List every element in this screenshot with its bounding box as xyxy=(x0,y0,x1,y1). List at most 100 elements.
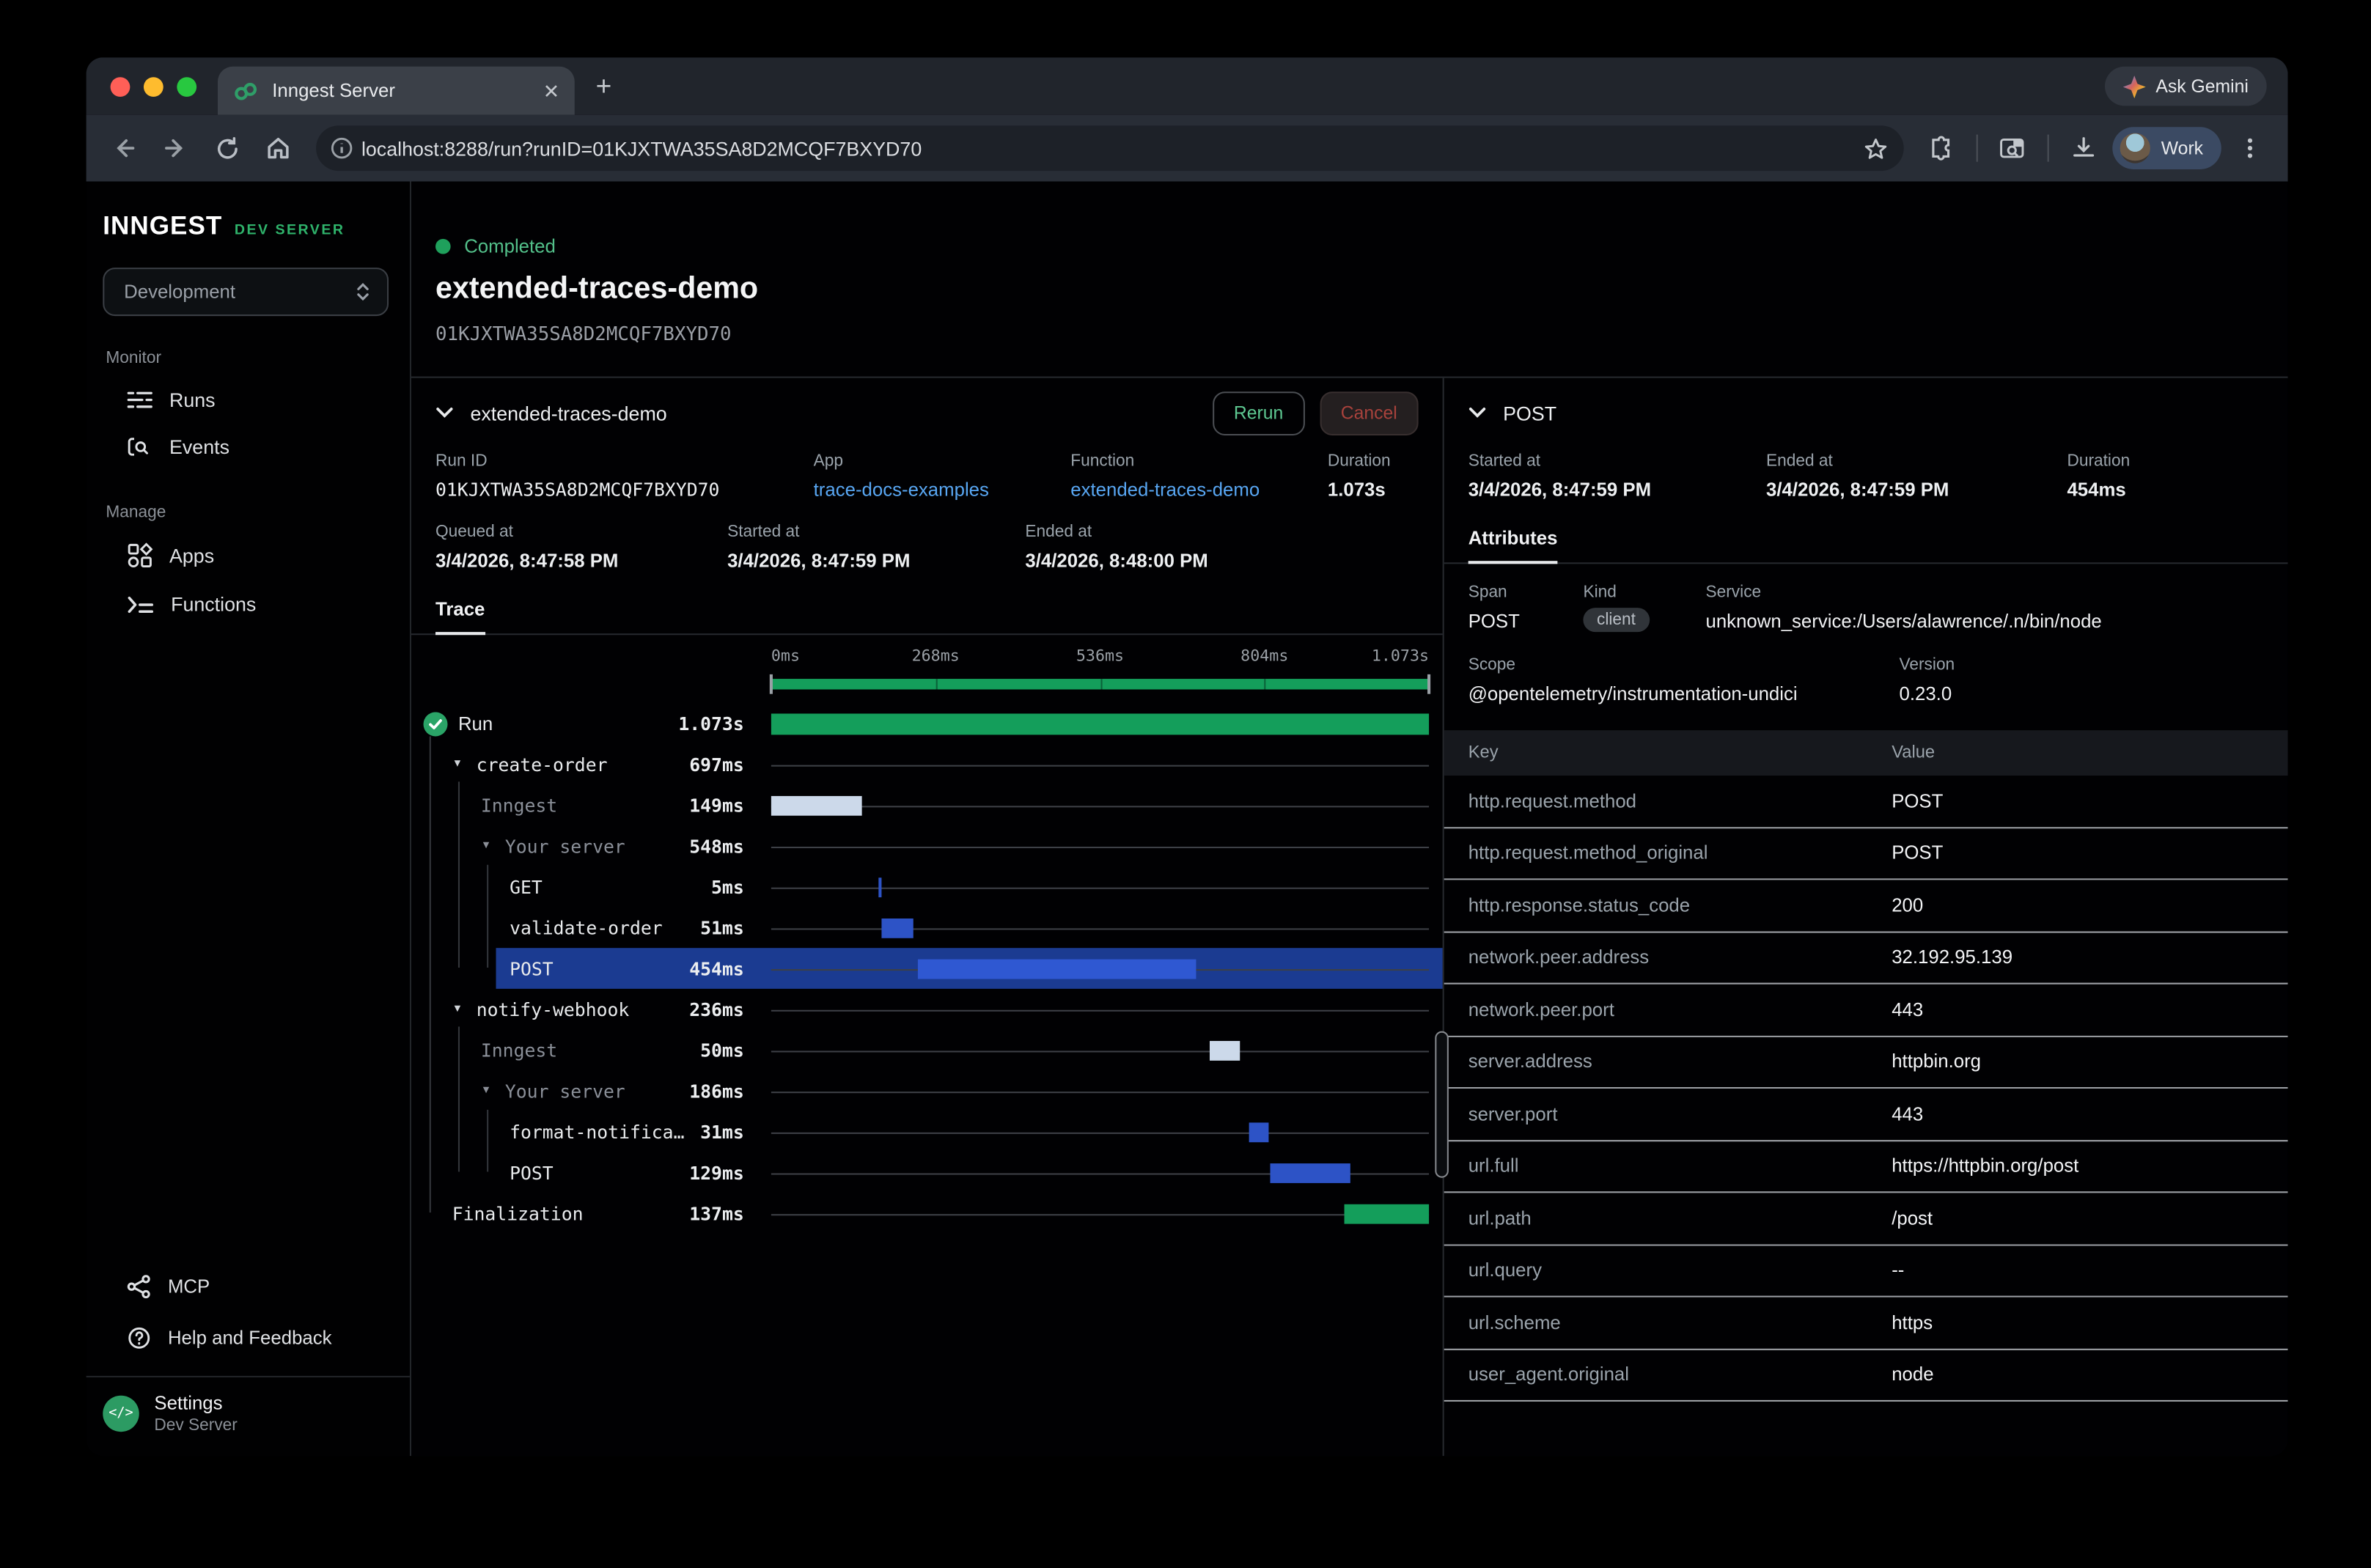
table-row[interactable]: url.schemehttps xyxy=(1444,1298,2288,1350)
table-row[interactable]: user_agent.originalnode xyxy=(1444,1350,2288,1402)
trace-span-bar[interactable] xyxy=(881,918,913,938)
meta-field: Apptrace-docs-examples xyxy=(814,452,1071,501)
expand-arrow-icon[interactable]: ▼ xyxy=(452,1004,477,1015)
minimize-window-button[interactable] xyxy=(144,76,163,96)
trace-span-duration: 454ms xyxy=(689,958,744,979)
timeline-minimap[interactable] xyxy=(771,679,1429,689)
trace-span-bar[interactable] xyxy=(771,713,1429,734)
meta-value: 3/4/2026, 8:47:59 PM xyxy=(1766,479,2067,501)
trace-span-name: format-notifica… xyxy=(510,1121,684,1142)
browser-tab[interactable]: Inngest Server ✕ xyxy=(218,67,575,115)
tab-close-icon[interactable]: ✕ xyxy=(543,81,559,100)
expand-arrow-icon[interactable]: ▼ xyxy=(452,759,477,769)
trace-span-bar[interactable] xyxy=(878,877,881,897)
trace-row-your-server[interactable]: ▼Your server186ms xyxy=(411,1070,1443,1111)
minimap-right-handle[interactable] xyxy=(1427,674,1430,694)
dev-server-badge: DEV SERVER xyxy=(235,222,345,239)
expand-arrow-icon[interactable]: ▼ xyxy=(481,1086,505,1096)
trace-row-post[interactable]: POST129ms xyxy=(411,1152,1443,1193)
bookmark-star-icon[interactable] xyxy=(1863,136,1889,161)
trace-span-duration: 186ms xyxy=(689,1081,744,1102)
table-row[interactable]: server.port443 xyxy=(1444,1089,2288,1141)
downloads-icon[interactable] xyxy=(2062,125,2107,171)
table-row[interactable]: url.fullhttps://httpbin.org/post xyxy=(1444,1141,2288,1193)
trace-row-notify-webhook[interactable]: ▼notify-webhook236ms xyxy=(411,989,1443,1030)
home-button[interactable] xyxy=(256,125,301,171)
trace-span-duration: 50ms xyxy=(700,1039,744,1061)
trace-span-bar[interactable] xyxy=(919,959,1197,979)
extensions-icon[interactable] xyxy=(1919,125,1965,171)
reading-mode-icon[interactable] xyxy=(1990,125,2036,171)
url-bar[interactable]: localhost:8288/run?runID=01KJXTWA35SA8D2… xyxy=(316,125,1904,171)
trace-row-get[interactable]: GET5ms xyxy=(411,866,1443,908)
trace-span-name: Finalization xyxy=(452,1203,584,1224)
trace-span-bar[interactable] xyxy=(1271,1163,1350,1182)
trace-row-label: GET5ms xyxy=(411,876,771,897)
sidebar-item-events[interactable]: Events xyxy=(87,424,410,471)
environment-selector[interactable]: Development xyxy=(103,268,389,316)
trace-row-run[interactable]: Run1.073s xyxy=(411,703,1443,744)
trace-span-bar[interactable] xyxy=(1210,1040,1240,1060)
maximize-window-button[interactable] xyxy=(177,76,196,96)
sidebar-item-apps[interactable]: Apps xyxy=(87,531,410,581)
table-row[interactable]: network.peer.address32.192.95.139 xyxy=(1444,932,2288,984)
trace-row-inngest[interactable]: Inngest50ms xyxy=(411,1030,1443,1071)
new-tab-button[interactable]: + xyxy=(596,70,612,102)
site-info-icon[interactable] xyxy=(322,128,361,168)
profile-chip[interactable]: Work xyxy=(2113,127,2221,169)
collapse-chevron-icon[interactable] xyxy=(435,407,454,419)
ask-gemini-button[interactable]: Ask Gemini xyxy=(2104,67,2266,106)
sidebar-item-settings[interactable]: </> Settings Dev Server xyxy=(87,1376,410,1456)
minimap-left-handle[interactable] xyxy=(770,674,773,694)
sidebar-item-functions[interactable]: Functions xyxy=(87,581,410,627)
table-row[interactable]: server.addresshttpbin.org xyxy=(1444,1037,2288,1089)
sidebar-item-mcp[interactable]: MCP xyxy=(87,1261,410,1312)
rerun-button[interactable]: Rerun xyxy=(1213,391,1304,435)
table-row[interactable]: url.query-- xyxy=(1444,1245,2288,1297)
trace-meta-row1: Run ID01KJXTWA35SA8D2MCQF7BXYD70Apptrace… xyxy=(411,452,1443,501)
meta-value[interactable]: trace-docs-examples xyxy=(814,479,1071,501)
url-text[interactable]: localhost:8288/run?runID=01KJXTWA35SA8D2… xyxy=(361,137,1864,160)
trace-span-bar[interactable] xyxy=(1345,1204,1429,1223)
trace-row-label: ▼notify-webhook236ms xyxy=(411,998,771,1020)
sidebar-item-help-and-feedback[interactable]: Help and Feedback xyxy=(87,1312,410,1363)
trace-row-bars xyxy=(771,784,1429,825)
key-column-header: Key xyxy=(1468,744,1892,762)
collapse-chevron-icon[interactable] xyxy=(1468,407,1487,419)
trace-row-validate-order[interactable]: validate-order51ms xyxy=(411,908,1443,949)
attribute-value: /post xyxy=(1892,1207,2263,1229)
trace-track-line xyxy=(771,1213,1429,1215)
run-id: 01KJXTWA35SA8D2MCQF7BXYD70 xyxy=(435,322,2288,345)
trace-span-bar[interactable] xyxy=(1249,1122,1268,1141)
trace-scrollbar-thumb[interactable] xyxy=(1435,1031,1449,1178)
trace-row-post[interactable]: POST454ms xyxy=(411,948,1443,989)
browser-menu-icon[interactable] xyxy=(2227,125,2273,171)
trace-row-inngest[interactable]: Inngest149ms xyxy=(411,784,1443,825)
forward-button[interactable] xyxy=(152,125,198,171)
tab-trace[interactable]: Trace xyxy=(435,599,485,636)
cancel-button[interactable]: Cancel xyxy=(1320,391,1419,435)
trace-row-your-server[interactable]: ▼Your server548ms xyxy=(411,825,1443,866)
expand-arrow-icon[interactable]: ▼ xyxy=(481,841,505,851)
meta-field: Run ID01KJXTWA35SA8D2MCQF7BXYD70 xyxy=(435,452,814,501)
trace-span-name: Inngest xyxy=(481,795,557,816)
tab-attributes[interactable]: Attributes xyxy=(1468,528,1558,564)
sidebar-item-label: Events xyxy=(169,435,229,458)
trace-row-format-notifica-[interactable]: format-notifica…31ms xyxy=(411,1111,1443,1152)
trace-span-bar[interactable] xyxy=(771,795,863,815)
table-row[interactable]: http.request.methodPOST xyxy=(1444,776,2288,828)
table-row[interactable]: http.response.status_code200 xyxy=(1444,880,2288,932)
table-row[interactable]: network.peer.port443 xyxy=(1444,984,2288,1037)
attribute-key: user_agent.original xyxy=(1468,1364,1892,1385)
meta-value[interactable]: extended-traces-demo xyxy=(1070,479,1328,501)
table-row[interactable]: url.path/post xyxy=(1444,1193,2288,1245)
sidebar-item-runs[interactable]: Runs xyxy=(87,377,410,424)
table-row[interactable]: http.request.method_originalPOST xyxy=(1444,828,2288,880)
sidebar-item-label: Help and Feedback xyxy=(168,1328,332,1349)
trace-row-create-order[interactable]: ▼create-order697ms xyxy=(411,744,1443,785)
trace-row-finalization[interactable]: Finalization137ms xyxy=(411,1193,1443,1234)
close-window-button[interactable] xyxy=(111,76,131,96)
reload-button[interactable] xyxy=(204,125,249,171)
timeline-tick-label: 0ms xyxy=(771,647,800,666)
back-button[interactable] xyxy=(101,125,147,171)
